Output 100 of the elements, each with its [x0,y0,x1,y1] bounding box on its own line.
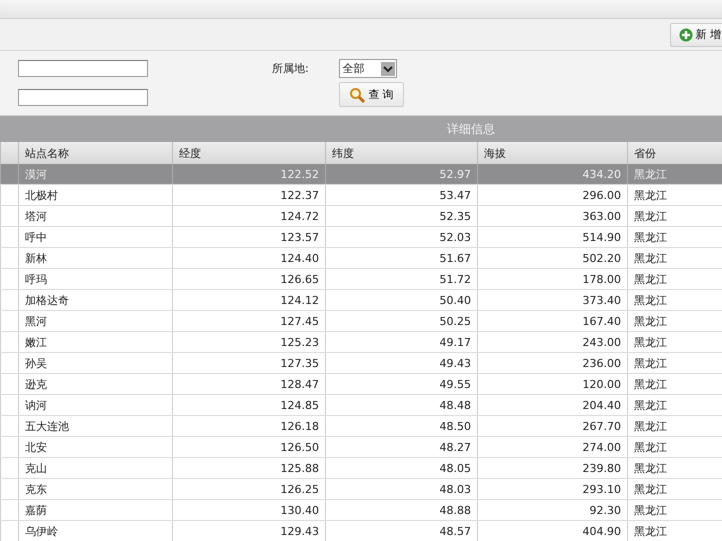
table-cell: 53.47 [326,184,478,206]
table-row[interactable]: 嘉荫 130.40 48.88 92.30 黑龙江 [0,500,722,520]
table-cell: 漠河 [18,164,172,184]
table-cell: 黑龙江 [628,310,722,332]
table-cell: 黑龙江 [628,500,722,520]
search-icon [349,86,366,102]
table-cell: 126.25 [172,478,326,500]
table-cell: 128.47 [172,374,326,394]
table-cell: 126.18 [172,416,326,436]
region-label: 所属地: [272,61,309,76]
column-header[interactable]: 站点名称 [18,142,172,164]
table-cell: 204.40 [478,394,628,416]
table-cell: 黑龙江 [628,268,722,290]
table-row[interactable]: 北极村 122.37 53.47 296.00 黑龙江 [0,184,722,206]
table-cell: 49.43 [326,352,478,374]
table-cell: 434.20 [478,164,628,184]
table-cell: 502.20 [478,248,628,268]
table-cell: 49.17 [326,332,478,352]
table-cell: 克山 [18,458,172,478]
table-cell: 黑龙江 [628,206,722,226]
table-cell: 48.27 [326,436,478,458]
table-cell: 127.35 [172,352,326,374]
table-cell: 黑龙江 [628,352,722,374]
table-cell: 48.03 [326,478,478,500]
table-cell: 125.23 [172,332,326,352]
table-cell: 514.90 [478,226,628,248]
table-cell: 黑龙江 [628,416,722,436]
table-cell: 黑河 [18,310,172,332]
table-cell: 黑龙江 [628,290,722,310]
table-cell: 50.25 [326,310,478,332]
column-header[interactable]: 省份 [628,142,722,164]
table-cell: 黑龙江 [628,226,722,248]
table-cell: 乌伊岭 [18,520,172,541]
table-cell: 167.40 [478,310,628,332]
table-cell: 296.00 [478,184,628,206]
table-row[interactable]: 五大连池 126.18 48.50 267.70 黑龙江 [0,416,722,436]
table-cell: 呼玛 [18,268,172,290]
table-row[interactable]: 嫩江 125.23 49.17 243.00 黑龙江 [0,332,722,352]
table-row[interactable]: 塔河 124.72 52.35 363.00 黑龙江 [0,206,722,226]
table-cell: 92.30 [478,500,628,520]
table-cell: 黑龙江 [628,184,722,206]
table-row[interactable]: 北安 126.50 48.27 274.00 黑龙江 [0,436,722,458]
table-cell: 124.85 [172,394,326,416]
table-cell: 52.03 [326,226,478,248]
table-cell: 274.00 [478,436,628,458]
table-row[interactable]: 加格达奇 124.12 50.40 373.40 黑龙江 [0,290,722,310]
table-cell: 讷河 [18,394,172,416]
table-cell: 293.10 [478,478,628,500]
table-cell: 126.50 [172,436,326,458]
input-field[interactable] [18,89,148,106]
table-cell: 嘉荫 [18,500,172,520]
table-cell: 孙吴 [18,352,172,374]
query-button[interactable]: 查 询 [339,82,404,107]
table-cell: 黑龙江 [628,436,722,458]
column-header[interactable]: 经度 [172,142,326,164]
table-cell: 239.80 [478,458,628,478]
table-row[interactable]: 讷河 124.85 48.48 204.40 黑龙江 [0,394,722,416]
table-cell: 127.45 [172,310,326,332]
table-cell: 黑龙江 [628,164,722,184]
table-cell: 呼中 [18,226,172,248]
table-cell: 243.00 [478,332,628,352]
add-button[interactable]: 新 增 [670,22,722,46]
table-row[interactable]: 新林 124.40 51.67 502.20 黑龙江 [0,248,722,268]
table-cell: 52.35 [326,206,478,226]
table-cell: 120.00 [478,374,628,394]
table-row[interactable]: 黑河 127.45 50.25 167.40 黑龙江 [0,310,722,332]
table-row[interactable]: 克山 125.88 48.05 239.80 黑龙江 [0,458,722,478]
table-cell: 黑龙江 [628,394,722,416]
table-cell: 嫩江 [18,332,172,352]
table-cell: 404.90 [478,520,628,541]
table-row[interactable]: 逊克 128.47 49.55 120.00 黑龙江 [0,374,722,394]
region-select[interactable]: 全部 [338,59,397,78]
table-row[interactable]: 克东 126.25 48.03 293.10 黑龙江 [0,478,722,500]
table-cell: 黑龙江 [628,458,722,478]
table-cell: 178.00 [478,268,628,290]
table-cell: 122.52 [172,164,326,184]
table-cell: 48.48 [326,394,478,416]
table-cell: 48.05 [326,458,478,478]
table-cell: 124.40 [172,248,326,268]
table-cell: 129.43 [172,520,326,541]
table-cell: 267.70 [478,416,628,436]
table-cell: 122.37 [172,184,326,206]
table-cell: 126.65 [172,268,326,290]
plus-icon [678,28,692,42]
table-cell: 51.72 [326,268,478,290]
table-row[interactable]: 孙吴 127.35 49.43 236.00 黑龙江 [0,352,722,374]
table-cell: 125.88 [172,458,326,478]
table-cell: 逊克 [18,374,172,394]
column-header[interactable]: 纬度 [326,142,478,164]
table-cell: 克东 [18,478,172,500]
table-row[interactable]: 乌伊岭 129.43 48.57 404.90 黑龙江 [0,520,722,541]
input-field[interactable] [18,60,148,77]
table-cell: 49.55 [326,374,478,394]
column-header[interactable]: 海拔 [478,142,628,164]
table-cell: 48.50 [326,416,478,436]
table-cell: 加格达奇 [18,290,172,310]
table-row[interactable]: 呼中 123.57 52.03 514.90 黑龙江 [0,226,722,248]
table-row[interactable]: 呼玛 126.65 51.72 178.00 黑龙江 [0,268,722,290]
dropdown-icon [380,62,395,76]
table-cell: 52.97 [326,164,478,184]
